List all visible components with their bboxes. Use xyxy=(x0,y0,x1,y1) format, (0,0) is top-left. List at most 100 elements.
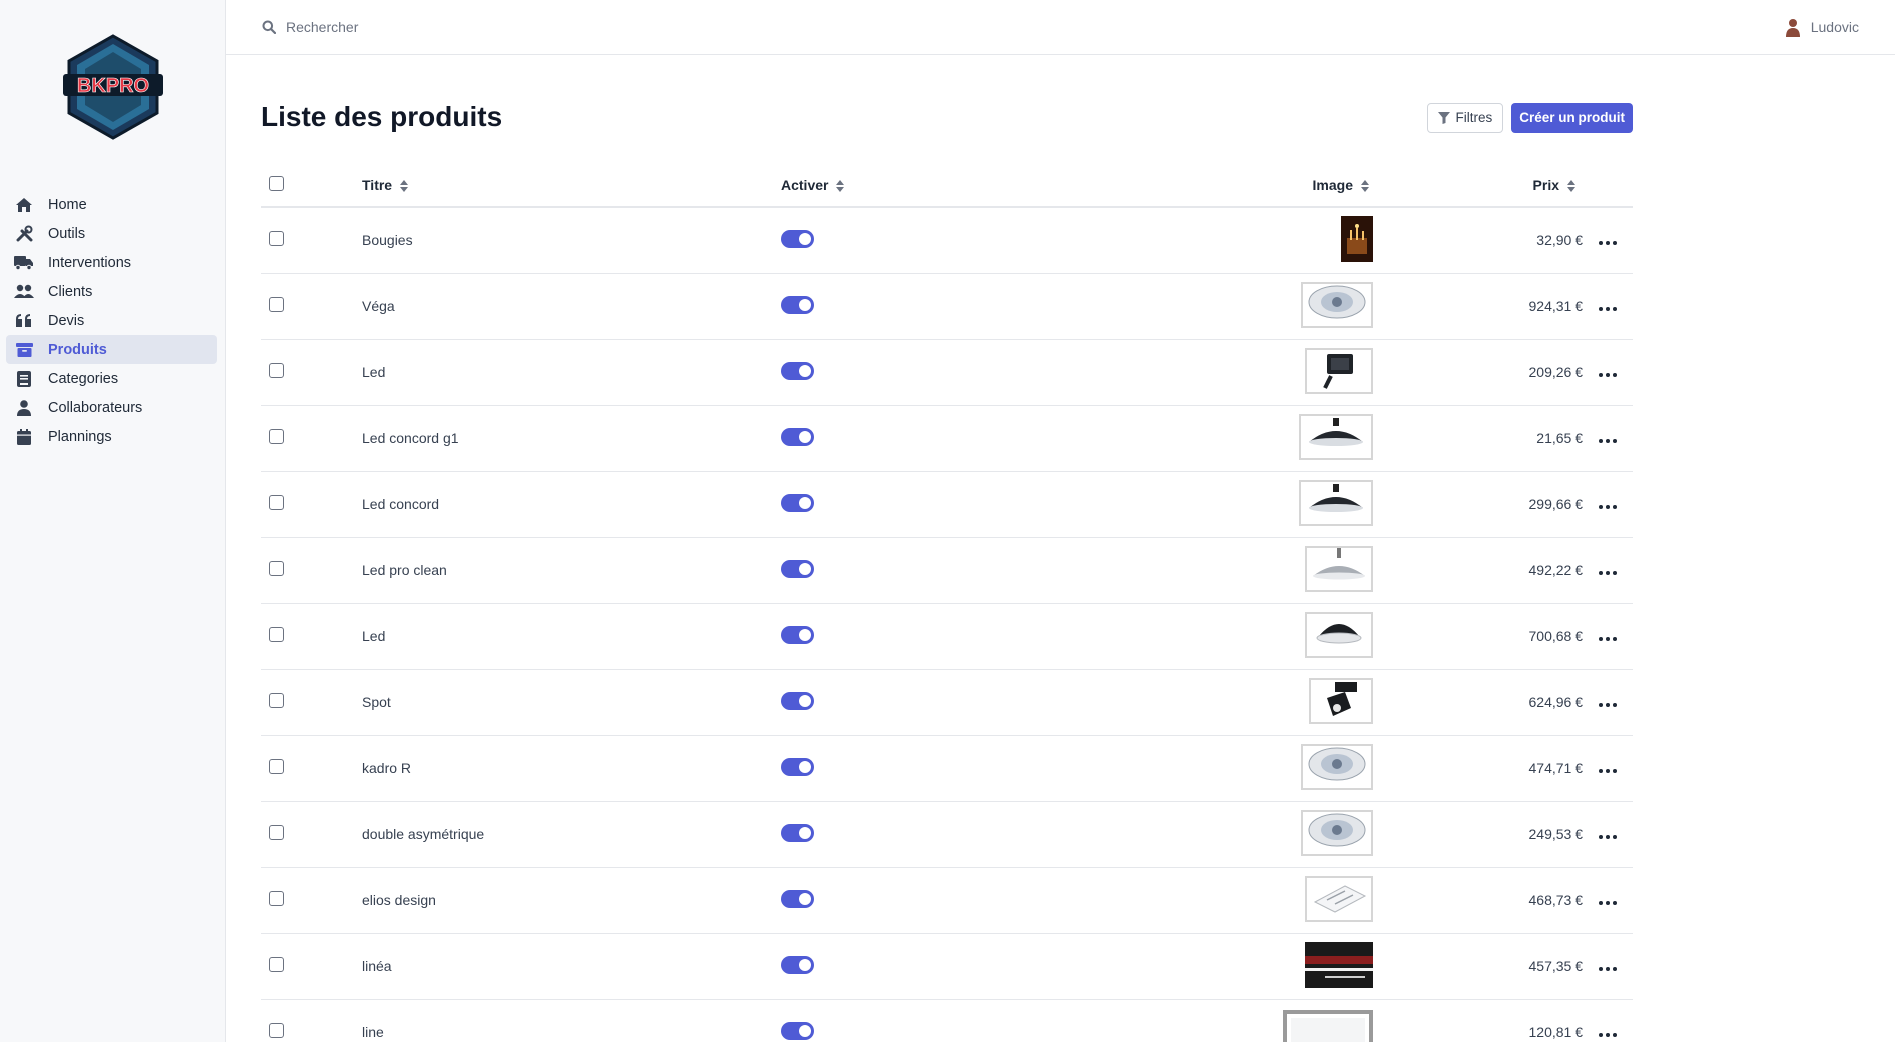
active-toggle[interactable] xyxy=(781,427,814,446)
sidebar-item-collaborateurs[interactable]: Collaborateurs xyxy=(6,393,217,422)
sidebar-item-clients[interactable]: Clients xyxy=(6,277,217,306)
more-options-icon[interactable] xyxy=(1599,505,1617,509)
row-checkbox[interactable] xyxy=(269,957,284,972)
sidebar-item-plannings[interactable]: Plannings xyxy=(6,422,217,451)
product-price: 120,81 € xyxy=(1435,999,1583,1042)
create-product-button[interactable]: Créer un produit xyxy=(1511,102,1633,133)
table-body: Bougies 32,90 € Véga 924,31 € Led 209,26 € Led… xyxy=(261,207,1633,1042)
product-thumbnail[interactable] xyxy=(1301,743,1373,793)
product-thumbnail[interactable] xyxy=(1299,479,1373,529)
row-checkbox[interactable] xyxy=(269,891,284,906)
table-row[interactable]: kadro R 474,71 € xyxy=(261,735,1633,802)
column-header-title[interactable]: Titre xyxy=(362,163,781,208)
product-thumbnail[interactable] xyxy=(1305,611,1373,661)
table-row[interactable]: Bougies 32,90 € xyxy=(261,207,1633,274)
more-options-icon[interactable] xyxy=(1599,439,1617,443)
product-thumbnail[interactable] xyxy=(1309,677,1373,727)
row-checkbox[interactable] xyxy=(269,759,284,774)
table-row[interactable]: linéa 457,35 € xyxy=(261,933,1633,1000)
more-options-icon[interactable] xyxy=(1599,571,1617,575)
product-title: Led pro clean xyxy=(362,537,781,604)
table-row[interactable]: Led 209,26 € xyxy=(261,339,1633,406)
table-row[interactable]: Led concord g1 21,65 € xyxy=(261,405,1633,472)
row-checkbox[interactable] xyxy=(269,363,284,378)
logo[interactable]: BKPRO xyxy=(0,0,225,174)
row-checkbox[interactable] xyxy=(269,561,284,576)
product-thumbnail[interactable] xyxy=(1283,1009,1373,1042)
sidebar-item-devis[interactable]: Devis xyxy=(6,306,217,335)
sidebar-item-outils[interactable]: Outils xyxy=(6,219,217,248)
row-checkbox[interactable] xyxy=(269,429,284,444)
active-toggle[interactable] xyxy=(781,757,814,776)
row-checkbox[interactable] xyxy=(269,231,284,247)
column-price-label: Prix xyxy=(1532,176,1559,193)
column-header-active[interactable]: Activer xyxy=(781,163,1169,208)
active-toggle[interactable] xyxy=(781,691,814,710)
more-options-icon[interactable] xyxy=(1599,967,1617,971)
image-cell xyxy=(1169,603,1435,670)
row-checkbox[interactable] xyxy=(269,495,284,510)
row-checkbox[interactable] xyxy=(269,825,284,840)
sidebar-item-home[interactable]: Home xyxy=(6,190,217,219)
user-menu[interactable]: Ludovic xyxy=(1785,18,1859,37)
product-thumbnail[interactable] xyxy=(1301,809,1373,859)
column-header-price[interactable]: Prix xyxy=(1435,163,1583,208)
sidebar-nav: Home Outils Interventions Clients Devis … xyxy=(0,174,225,451)
product-thumbnail[interactable] xyxy=(1299,413,1373,463)
filter-button[interactable]: Filtres xyxy=(1427,102,1504,133)
more-options-icon[interactable] xyxy=(1599,307,1617,311)
more-options-icon[interactable] xyxy=(1599,835,1617,839)
more-options-icon[interactable] xyxy=(1599,901,1617,905)
active-cell xyxy=(781,471,1169,538)
active-toggle[interactable] xyxy=(781,295,814,314)
product-title: elios design xyxy=(362,867,781,934)
table-row[interactable]: double asymétrique 249,53 € xyxy=(261,801,1633,868)
product-title: Led xyxy=(362,339,781,406)
search-input[interactable] xyxy=(286,19,586,35)
sort-icon xyxy=(400,179,409,192)
table-row[interactable]: line 120,81 € xyxy=(261,999,1633,1042)
select-all-checkbox[interactable] xyxy=(269,175,284,191)
active-toggle[interactable] xyxy=(781,625,814,644)
active-toggle[interactable] xyxy=(781,889,814,908)
more-options-icon[interactable] xyxy=(1599,373,1617,377)
table-row[interactable]: Véga 924,31 € xyxy=(261,273,1633,340)
row-checkbox[interactable] xyxy=(269,693,284,708)
more-options-icon[interactable] xyxy=(1599,769,1617,773)
row-select-cell xyxy=(261,207,362,274)
image-cell xyxy=(1169,669,1435,736)
table-row[interactable]: Led 700,68 € xyxy=(261,603,1633,670)
sidebar-item-interventions[interactable]: Interventions xyxy=(6,248,217,277)
column-active-label: Activer xyxy=(781,176,829,193)
more-options-icon[interactable] xyxy=(1599,241,1617,246)
product-thumbnail[interactable] xyxy=(1341,215,1373,265)
more-options-icon[interactable] xyxy=(1599,637,1617,641)
active-toggle[interactable] xyxy=(781,229,814,248)
row-checkbox[interactable] xyxy=(269,627,284,642)
active-toggle[interactable] xyxy=(781,1021,814,1040)
row-checkbox[interactable] xyxy=(269,1023,284,1038)
active-toggle[interactable] xyxy=(781,955,814,974)
active-toggle[interactable] xyxy=(781,559,814,578)
active-toggle[interactable] xyxy=(781,823,814,842)
row-select-cell xyxy=(261,999,362,1042)
select-all-cell xyxy=(261,163,362,208)
sidebar-item-categories[interactable]: Categories xyxy=(6,364,217,393)
row-checkbox[interactable] xyxy=(269,297,284,312)
sidebar-item-produits[interactable]: Produits xyxy=(6,335,217,364)
product-thumbnail[interactable] xyxy=(1305,545,1373,595)
table-row[interactable]: Spot 624,96 € xyxy=(261,669,1633,736)
active-toggle[interactable] xyxy=(781,493,814,512)
product-thumbnail[interactable] xyxy=(1305,347,1373,397)
table-row[interactable]: Led concord 299,66 € xyxy=(261,471,1633,538)
column-header-image[interactable]: Image xyxy=(1169,163,1435,208)
table-row[interactable]: elios design 468,73 € xyxy=(261,867,1633,934)
row-actions-cell xyxy=(1583,999,1633,1042)
product-thumbnail[interactable] xyxy=(1305,941,1373,991)
more-options-icon[interactable] xyxy=(1599,703,1617,707)
active-toggle[interactable] xyxy=(781,361,814,380)
product-thumbnail[interactable] xyxy=(1305,875,1373,925)
table-row[interactable]: Led pro clean 492,22 € xyxy=(261,537,1633,604)
more-options-icon[interactable] xyxy=(1599,1033,1617,1037)
product-thumbnail[interactable] xyxy=(1301,281,1373,331)
